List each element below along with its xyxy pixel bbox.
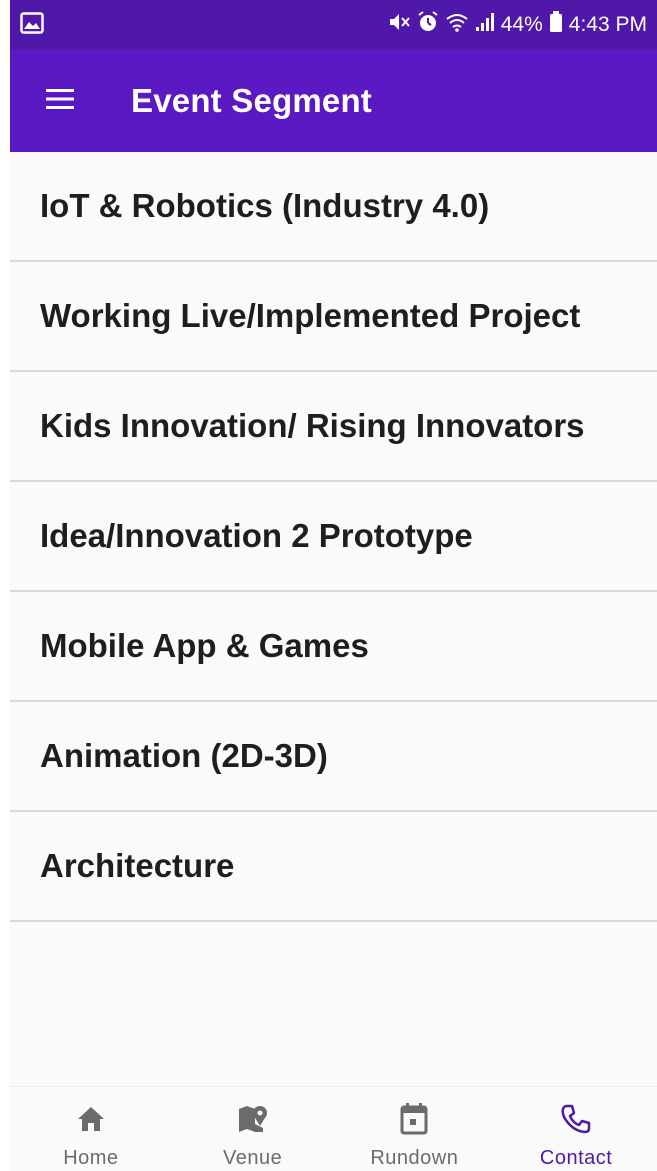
nav-venue[interactable]: Venue xyxy=(172,1087,334,1171)
mute-icon xyxy=(389,12,411,38)
menu-button[interactable] xyxy=(10,50,98,152)
map-pin-icon xyxy=(237,1099,269,1139)
alarm-icon xyxy=(417,11,439,39)
list-item[interactable]: Architecture xyxy=(10,812,657,922)
list-item-label: Mobile App & Games xyxy=(40,627,369,664)
status-left xyxy=(20,11,44,39)
nav-contact[interactable]: Contact xyxy=(495,1087,657,1171)
nav-rundown[interactable]: Rundown xyxy=(334,1087,496,1171)
list-item-label: IoT & Robotics (Industry 4.0) xyxy=(40,187,490,224)
phone-icon xyxy=(560,1099,592,1139)
bottom-navigation: Home Venue Rundown Contact xyxy=(10,1086,657,1171)
list-item[interactable]: Idea/Innovation 2 Prototype xyxy=(10,482,657,592)
list-item[interactable]: Mobile App & Games xyxy=(10,592,657,702)
status-right: 44% 4:43 PM xyxy=(389,11,647,39)
nav-venue-label: Venue xyxy=(223,1147,283,1169)
list-item-label: Idea/Innovation 2 Prototype xyxy=(40,517,473,554)
battery-percent: 44% xyxy=(500,13,543,36)
nav-home-label: Home xyxy=(63,1147,119,1169)
wifi-icon xyxy=(445,12,469,38)
list-item[interactable]: Kids Innovation/ Rising Innovators xyxy=(10,372,657,482)
status-bar: 44% 4:43 PM xyxy=(10,0,657,50)
list-item[interactable]: IoT & Robotics (Industry 4.0) xyxy=(10,152,657,262)
status-time: 4:43 PM xyxy=(568,13,647,36)
battery-icon xyxy=(549,11,563,39)
nav-home[interactable]: Home xyxy=(10,1087,172,1171)
nav-contact-label: Contact xyxy=(539,1147,613,1169)
page-title: Event Segment xyxy=(131,82,372,119)
list-item-label: Kids Innovation/ Rising Innovators xyxy=(40,407,585,444)
nav-rundown-label: Rundown xyxy=(370,1147,459,1169)
home-icon xyxy=(76,1099,106,1139)
calendar-icon xyxy=(400,1099,428,1139)
list-item-label: Working Live/Implemented Project xyxy=(40,297,581,334)
hamburger-menu-icon xyxy=(46,88,74,115)
app-bar: Event Segment xyxy=(10,50,657,152)
segment-list: IoT & Robotics (Industry 4.0) Working Li… xyxy=(10,152,657,922)
signal-icon xyxy=(475,12,495,38)
list-item-label: Architecture xyxy=(40,847,235,884)
image-icon xyxy=(20,11,44,39)
list-item-label: Animation (2D-3D) xyxy=(40,737,328,774)
list-item[interactable]: Animation (2D-3D) xyxy=(10,702,657,812)
list-item[interactable]: Working Live/Implemented Project xyxy=(10,262,657,372)
app-screen: 44% 4:43 PM Event Segment IoT & Robotics… xyxy=(10,0,657,1171)
